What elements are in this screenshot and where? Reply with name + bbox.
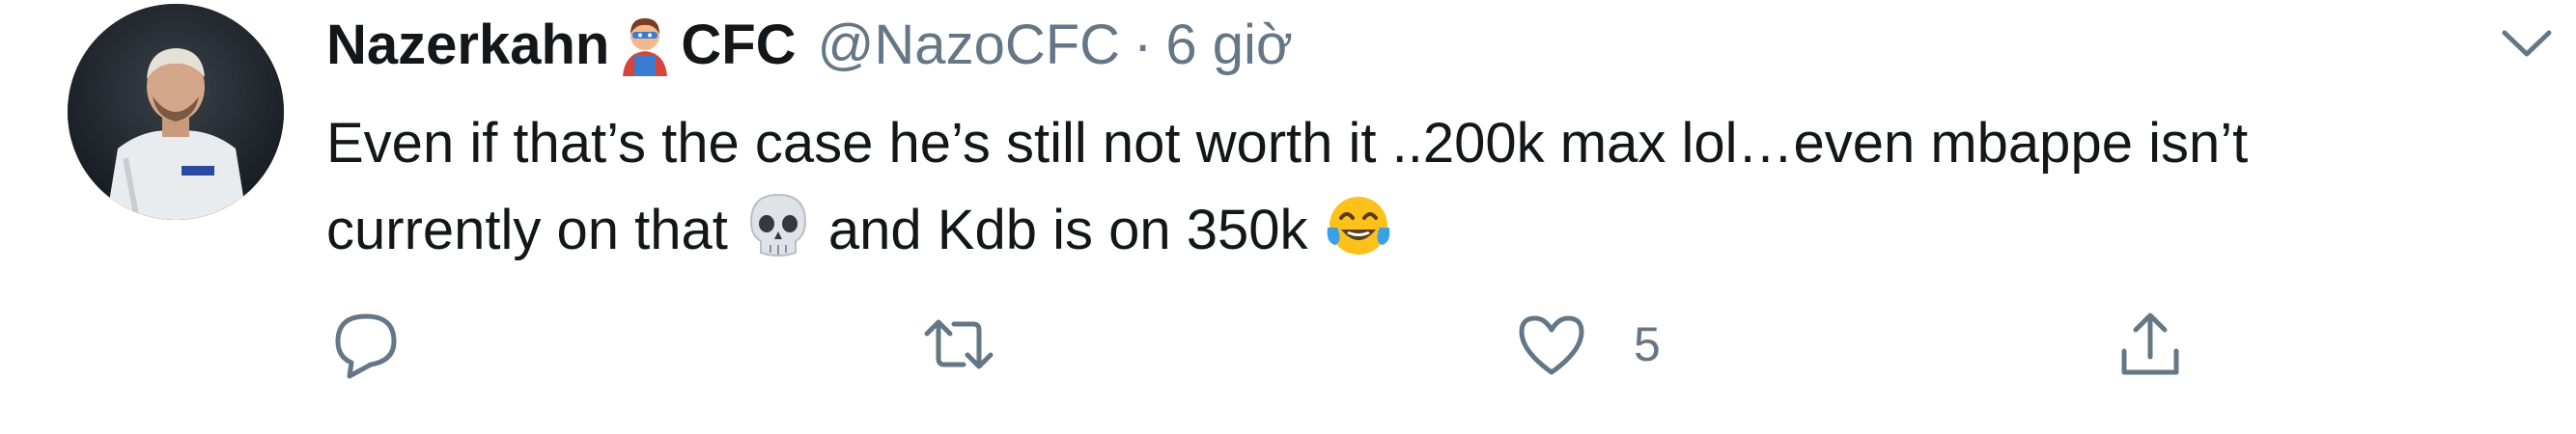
retweet-icon (924, 319, 994, 369)
tweet-text-line-2: currently on that and Kdb is on 350k (326, 187, 2547, 274)
skull-emoji (749, 193, 806, 257)
chevron-down-icon[interactable] (2497, 14, 2557, 73)
display-name-prefix: Nazerkahn (326, 13, 610, 76)
reply-icon (335, 313, 397, 379)
tears-of-joy-emoji (1327, 197, 1389, 255)
tweet-text: Even if that’s the case he’s still not w… (326, 100, 2547, 274)
tweet-header: Nazerkahn CFC @NazoCFC · 6 giờ (326, 6, 1293, 83)
avatar[interactable] (68, 4, 284, 220)
display-name-suffix: CFC (681, 13, 797, 76)
user-handle[interactable]: @NazoCFC (818, 13, 1120, 77)
tweet-text-segment: currently on that (326, 199, 728, 261)
avatar-image (68, 4, 284, 220)
separator-dot: · (1134, 13, 1153, 76)
share-button[interactable] (2113, 307, 2188, 382)
display-name[interactable]: Nazerkahn CFC (326, 11, 797, 78)
timestamp[interactable]: 6 giờ (1165, 13, 1293, 77)
like-button[interactable]: 5 (1514, 307, 1661, 382)
tweet-text-line-1: Even if that’s the case he’s still not w… (326, 112, 2249, 175)
share-icon (2121, 312, 2179, 375)
heart-icon (1519, 315, 1584, 375)
tweet-text-segment-2: and Kdb is on 350k (827, 199, 1308, 261)
tweet-card[interactable]: Nazerkahn CFC @NazoCFC · 6 giờ Even if t… (0, 0, 2576, 434)
reply-button[interactable] (328, 307, 404, 382)
retweet-button[interactable] (921, 307, 996, 382)
superhero-emoji (623, 18, 668, 76)
like-count: 5 (1634, 317, 1661, 371)
